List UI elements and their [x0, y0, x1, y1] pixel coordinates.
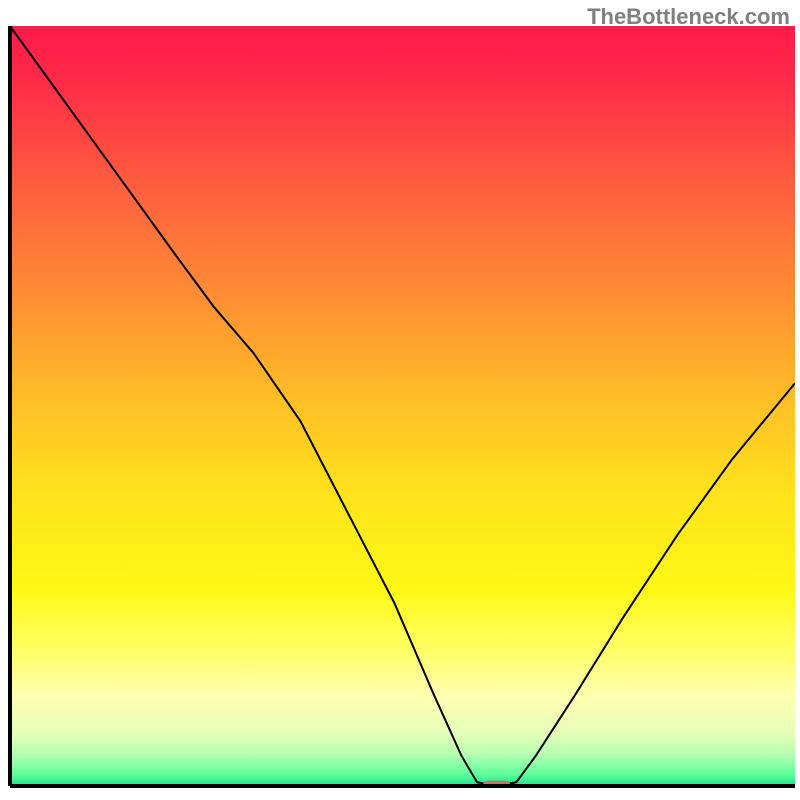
gradient-background: [10, 26, 795, 786]
chart-container: TheBottleneck.com: [0, 0, 800, 800]
bottleneck-chart: [0, 0, 800, 800]
watermark-text: TheBottleneck.com: [587, 4, 790, 30]
